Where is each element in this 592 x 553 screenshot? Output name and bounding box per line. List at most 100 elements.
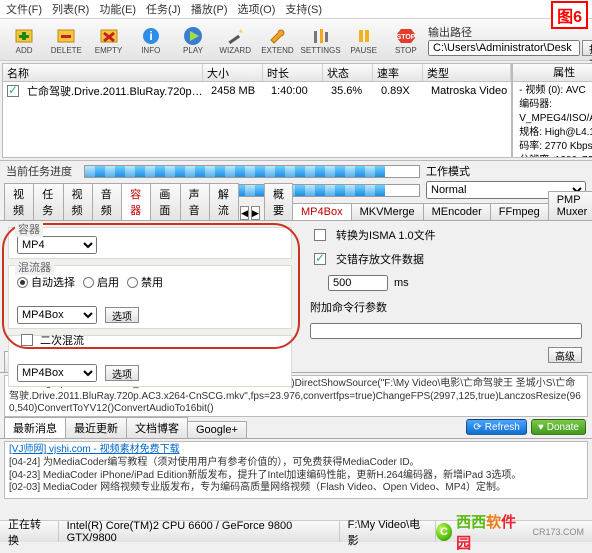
file-list[interactable]: 名称 大小 时长 状态 速率 类型 亡命驾驶.Drive.2011.BluRay… <box>2 63 512 158</box>
extra-args-input[interactable] <box>310 323 582 339</box>
right-tab-0[interactable]: 概要 <box>264 183 293 220</box>
remux-options-button[interactable]: 选项 <box>105 365 139 381</box>
watermark-url: CR173.COM <box>532 527 584 537</box>
stop-label: STOP <box>395 47 417 55</box>
left-tab-3[interactable]: 音频 <box>92 183 122 220</box>
muxer-group: 混流器 自动选择 启用 禁用 MP4Box 选项 <box>8 265 292 329</box>
left-tab-4[interactable]: 容器 <box>121 183 151 220</box>
cell-size: 2458 MB <box>207 85 267 97</box>
settings-body: 容器 MP4 混流器 自动选择 启用 禁用 MP4Box 选项 二次混流 MP4… <box>0 221 592 351</box>
properties-body: - 视频 (0): AVC 编码器: V_MPEG4/ISO/AVC 规格: H… <box>513 82 592 157</box>
status-hardware: Intel(R) Core(TM)2 CPU 6600 / GeForce 98… <box>59 521 340 542</box>
prop-line: 分辨率: 1280x720 <box>519 154 592 157</box>
left-tab-5[interactable]: 画面 <box>150 183 180 220</box>
remux-select[interactable]: MP4Box <box>17 364 97 382</box>
remux-group: 二次混流 MP4Box 选项 <box>8 335 292 387</box>
settings-label: SETTINGS <box>301 47 341 55</box>
right-tab-3[interactable]: MEncoder <box>423 203 491 220</box>
isma-checkbox-label: 转换为ISMA 1.0文件 <box>336 227 436 243</box>
muxer-options-button[interactable]: 选项 <box>105 307 139 323</box>
col-size[interactable]: 大小 <box>203 64 263 81</box>
menu-play[interactable]: 播放(P) <box>191 1 228 17</box>
right-tab-2[interactable]: MKVMerge <box>351 203 424 220</box>
container-format-select[interactable]: MP4 <box>17 236 97 254</box>
empty-button[interactable]: EMPTY <box>88 21 128 59</box>
news-line[interactable]: [02-03] MediaCoder 网络视频专业版发布，专为编码高质量网络视频… <box>9 482 583 495</box>
current-task-bar <box>84 165 420 178</box>
tabs-nav-right[interactable]: ▶ <box>251 206 260 220</box>
muxer-radio-auto[interactable]: 自动选择 <box>17 274 75 290</box>
pause-label: PAUSE <box>350 47 377 55</box>
advanced-button[interactable]: 高级 <box>548 347 582 363</box>
left-tab-7[interactable]: 解流 <box>209 183 239 220</box>
plus-icon <box>11 25 37 47</box>
col-duration[interactable]: 时长 <box>263 64 323 81</box>
menu-file[interactable]: 文件(F) <box>6 1 42 17</box>
donate-button[interactable]: ♥Donate <box>531 419 586 435</box>
watermark-logo-icon: C <box>436 523 452 541</box>
menu-support[interactable]: 支持(S) <box>285 1 322 17</box>
muxer-radio-disable[interactable]: 禁用 <box>127 274 163 290</box>
pause-button[interactable]: PAUSE <box>344 21 384 59</box>
col-name[interactable]: 名称 <box>3 64 203 81</box>
left-tab-0[interactable]: 视频 <box>4 183 34 220</box>
wizard-button[interactable]: WIZARD <box>215 21 255 59</box>
interleave-ms-input[interactable] <box>328 275 388 291</box>
news-line[interactable]: [04-23] MediaCoder iPhone/iPad Edition新版… <box>9 470 583 483</box>
news-tab-3[interactable]: Google+ <box>187 421 247 438</box>
prop-line: 编码器: V_MPEG4/ISO/AVC <box>519 98 592 126</box>
right-tab-4[interactable]: FFmpeg <box>490 203 549 220</box>
news-tab-0[interactable]: 最新消息 <box>4 417 66 438</box>
info-button[interactable]: i INFO <box>131 21 171 59</box>
prop-line: - 视频 (0): AVC <box>519 84 592 98</box>
interleave-checkbox[interactable] <box>314 253 326 265</box>
menu-task[interactable]: 任务(J) <box>146 1 181 17</box>
menu-function[interactable]: 功能(E) <box>99 1 136 17</box>
cell-name: 亡命驾驶.Drive.2011.BluRay.720p.AC3... <box>23 83 207 99</box>
extend-button[interactable]: EXTEND <box>257 21 297 59</box>
info-icon: i <box>138 25 164 47</box>
muxer-radio-enable[interactable]: 启用 <box>83 274 119 290</box>
settings-button[interactable]: SETTINGS <box>300 21 342 59</box>
delete-button[interactable]: DELETE <box>46 21 86 59</box>
muxer-group-title: 混流器 <box>15 259 54 275</box>
table-row[interactable]: 亡命驾驶.Drive.2011.BluRay.720p.AC3... 2458 … <box>3 82 511 100</box>
remux-checkbox[interactable]: 二次混流 <box>17 332 84 348</box>
current-task-label: 当前任务进度 <box>6 163 78 179</box>
news-box[interactable]: [VJ师网] vjshi.com - 视频素材免费下载 [04-24] 为Med… <box>4 441 588 499</box>
open-folder-button[interactable]: 打开 <box>582 40 592 56</box>
left-tab-1[interactable]: 任务 <box>33 183 63 220</box>
news-tab-1[interactable]: 最近更新 <box>65 417 127 438</box>
play-icon <box>180 25 206 47</box>
radio-icon <box>127 277 138 288</box>
extra-args-label: 附加命令行参数 <box>310 299 582 315</box>
add-button[interactable]: ADD <box>4 21 44 59</box>
file-list-header: 名称 大小 时长 状态 速率 类型 <box>3 64 511 82</box>
news-line[interactable]: [VJ师网] vjshi.com - 视频素材免费下载 <box>9 444 583 457</box>
col-status[interactable]: 状态 <box>323 64 373 81</box>
stop-button[interactable]: STOP STOP <box>386 21 426 59</box>
play-button[interactable]: PLAY <box>173 21 213 59</box>
tabs-nav-left[interactable]: ◀ <box>240 206 249 220</box>
news-tab-2[interactable]: 文档博客 <box>126 417 188 438</box>
empty-icon <box>96 25 122 47</box>
menu-options[interactable]: 选项(O) <box>238 1 276 17</box>
menu-list[interactable]: 列表(R) <box>52 1 89 17</box>
left-tab-6[interactable]: 声音 <box>180 183 210 220</box>
refresh-button[interactable]: ⟳Refresh <box>466 419 526 435</box>
right-tab-1[interactable]: MP4Box <box>292 203 352 220</box>
isma-checkbox[interactable] <box>314 229 326 241</box>
row-checkbox[interactable] <box>7 85 19 97</box>
refresh-icon: ⟳ <box>473 422 481 433</box>
left-tab-2[interactable]: 视频 <box>63 183 93 220</box>
col-rate[interactable]: 速率 <box>373 64 423 81</box>
col-type[interactable]: 类型 <box>423 64 511 81</box>
right-tab-5[interactable]: PMP Muxer <box>548 191 592 220</box>
news-tabstrip: 最新消息最近更新文档博客Google+ ⟳Refresh ♥Donate <box>0 419 592 439</box>
toolbar: ADD DELETE EMPTY i INFO PLAY WIZARD EXTE… <box>0 19 592 61</box>
news-line[interactable]: [04-24] 为MediaCoder编写教程（须对使用用户有参考价值的），可免… <box>9 457 583 470</box>
output-path-input[interactable] <box>428 40 580 56</box>
cell-duration: 1:40:00 <box>267 85 327 97</box>
muxer-select[interactable]: MP4Box <box>17 306 97 324</box>
container-group: 容器 MP4 <box>8 227 292 259</box>
